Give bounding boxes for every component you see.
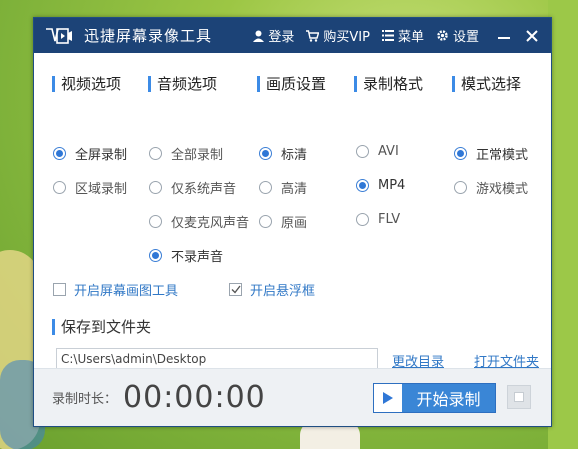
save-folder-heading: 保存到文件夹 bbox=[52, 319, 151, 335]
save-path-input[interactable] bbox=[56, 348, 378, 370]
screen-draw-checkbox[interactable]: 开启屏幕画图工具 bbox=[53, 280, 178, 299]
user-icon bbox=[253, 30, 265, 42]
audio-options-heading: 音频选项 bbox=[148, 76, 217, 92]
settings-button[interactable]: 设置 bbox=[436, 26, 479, 45]
start-record-label: 开始录制 bbox=[416, 390, 481, 409]
minimize-button[interactable] bbox=[495, 27, 513, 45]
start-record-button[interactable]: 开始录制 bbox=[373, 383, 496, 413]
record-time-label: 录制时长： bbox=[52, 392, 118, 407]
menu-button[interactable]: 菜单 bbox=[381, 26, 424, 45]
login-label: 登录 bbox=[268, 30, 295, 45]
footer-bar: 录制时长： 00:00:00 开始录制 bbox=[34, 368, 551, 426]
recorder-window: 迅捷屏幕录像工具 登录 购买VIP 菜单 设置 视频选项 全屏录制 区域录制 音… bbox=[33, 17, 552, 427]
radio-mode-game[interactable]: 游戏模式 bbox=[454, 178, 528, 197]
radio-audio-system[interactable]: 仅系统声音 bbox=[149, 178, 236, 197]
radio-fullscreen[interactable]: 全屏录制 bbox=[53, 144, 127, 163]
stop-icon bbox=[514, 392, 524, 402]
cart-icon bbox=[306, 29, 320, 42]
radio-format-mp4[interactable]: MP4 bbox=[356, 178, 405, 193]
checkbox-box-checked bbox=[229, 283, 242, 296]
gear-icon bbox=[437, 30, 448, 41]
options-panel: 视频选项 全屏录制 区域录制 音频选项 全部录制 仅系统声音 仅麦克风声音 不录… bbox=[34, 53, 551, 370]
format-heading: 录制格式 bbox=[354, 76, 423, 92]
checkmark-icon bbox=[231, 285, 241, 294]
buy-vip-label: 购买VIP bbox=[323, 30, 370, 45]
screen-draw-label: 开启屏幕画图工具 bbox=[74, 284, 179, 299]
app-logo-icon bbox=[44, 26, 74, 46]
stop-button[interactable] bbox=[507, 385, 531, 409]
radio-quality-original[interactable]: 原画 bbox=[259, 212, 307, 231]
radio-audio-none[interactable]: 不录声音 bbox=[149, 246, 223, 265]
settings-label: 设置 bbox=[452, 30, 479, 45]
menu-label: 菜单 bbox=[397, 30, 424, 45]
record-time-value: 00:00:00 bbox=[123, 380, 266, 415]
video-options-heading: 视频选项 bbox=[52, 76, 121, 92]
quality-heading: 画质设置 bbox=[257, 76, 326, 92]
minimize-icon bbox=[498, 36, 510, 39]
radio-region[interactable]: 区域录制 bbox=[53, 178, 127, 197]
play-icon bbox=[374, 384, 402, 412]
radio-mode-normal[interactable]: 正常模式 bbox=[454, 144, 528, 163]
menu-icon bbox=[381, 30, 394, 41]
radio-format-avi[interactable]: AVI bbox=[356, 144, 399, 159]
radio-audio-mic[interactable]: 仅麦克风声音 bbox=[149, 212, 249, 231]
close-button[interactable] bbox=[523, 27, 541, 45]
app-title: 迅捷屏幕录像工具 bbox=[84, 27, 213, 45]
mode-heading: 模式选择 bbox=[452, 76, 521, 92]
radio-quality-hd[interactable]: 高清 bbox=[259, 178, 307, 197]
login-button[interactable]: 登录 bbox=[253, 26, 294, 45]
float-frame-label: 开启悬浮框 bbox=[250, 284, 316, 299]
checkbox-box bbox=[53, 283, 66, 296]
float-frame-checkbox[interactable]: 开启悬浮框 bbox=[229, 280, 315, 299]
radio-format-flv[interactable]: FLV bbox=[356, 212, 400, 227]
buy-vip-button[interactable]: 购买VIP bbox=[306, 26, 370, 45]
close-icon bbox=[526, 29, 538, 42]
radio-quality-sd[interactable]: 标清 bbox=[259, 144, 307, 163]
radio-audio-all[interactable]: 全部录制 bbox=[149, 144, 223, 163]
title-bar: 迅捷屏幕录像工具 登录 购买VIP 菜单 设置 bbox=[34, 18, 551, 53]
